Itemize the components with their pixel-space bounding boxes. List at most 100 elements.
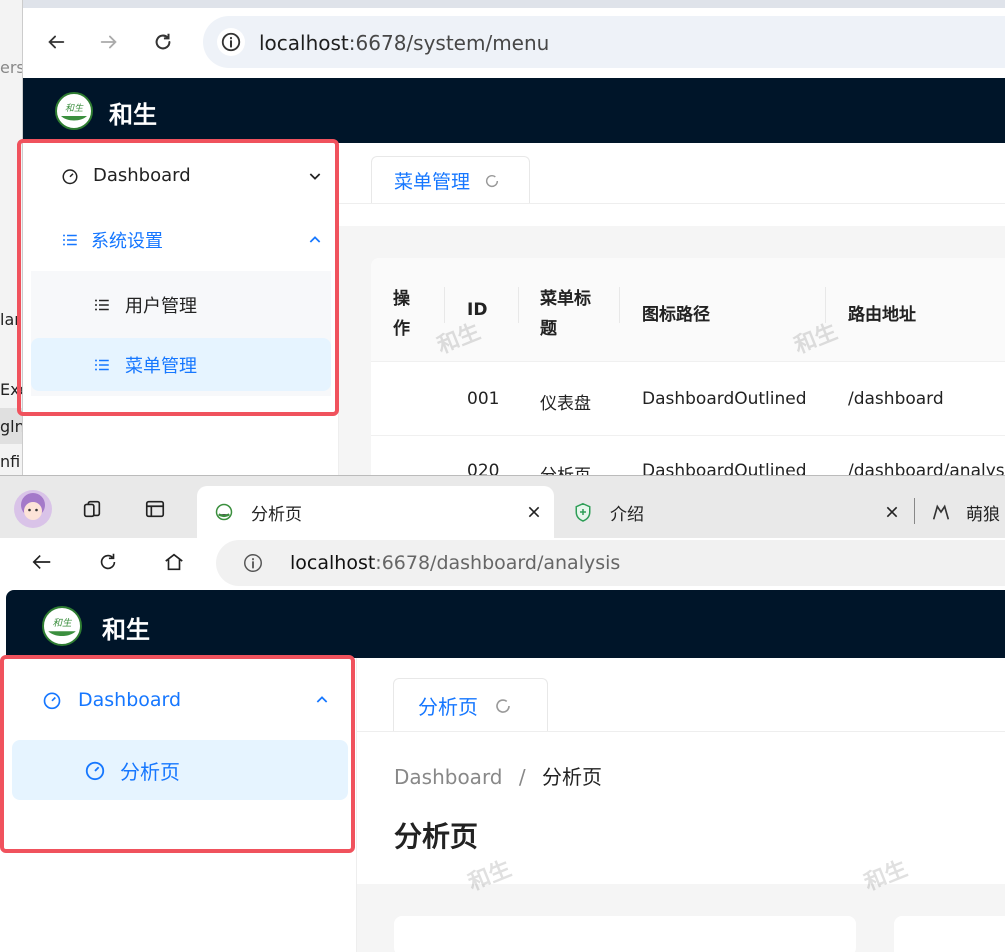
home-icon [165,553,183,571]
browser-tab-strip: 分析页 介绍 萌狼 [0,476,1005,538]
menu-label: 菜单管理 [125,355,197,377]
column-header: 菜单标 题 [540,289,591,339]
browser-tab-intro[interactable]: 介绍 [554,486,914,538]
column-header: 路由地址 [848,305,916,325]
svg-text:和生: 和生 [52,618,73,629]
forward-button[interactable] [93,26,125,58]
bg-text-fragment: nfi [0,452,21,471]
list-icon [63,234,77,245]
url-text: localhost:6678/dashboard/analysis [290,552,621,574]
breadcrumb: Dashboard / 分析页 [394,765,602,789]
brand-name: 和生 [102,616,150,644]
browser-window-menu-page: localhost:6678/system/menu 和生 和生 Dashboa… [22,0,1005,475]
address-bar[interactable]: localhost:6678/system/menu [203,16,1005,68]
cell-title: 仪表盘 [540,394,591,414]
list-icon [95,299,109,310]
wolf-icon [932,504,950,520]
tab-label: 分析页 [418,695,478,719]
reload-icon [100,553,116,570]
svg-text:和生: 和生 [65,103,84,114]
url-text: localhost:6678/system/menu [259,31,550,55]
tab-title: 介绍 [610,504,644,525]
site-favicon [215,503,233,521]
collections-icon [83,500,101,518]
menu-label: Dashboard [78,689,182,711]
breadcrumb-root[interactable]: Dashboard [394,765,503,789]
breadcrumb-current: 分析页 [541,765,602,789]
table-row[interactable]: 020 分析页 DashboardOutlined /dashboard/ana… [371,437,1005,475]
tab-menu-management[interactable]: 菜单管理 [371,156,530,204]
menu-item-menu-management[interactable]: 菜单管理 [31,338,331,391]
menu-label: 系统设置 [91,230,163,252]
app-header: 和生 和生 [6,590,1005,658]
reload-button[interactable] [147,26,179,58]
browser-tab-third[interactable]: 萌狼 [916,486,1005,538]
stat-card [894,916,1005,952]
brand-name: 和生 [109,101,157,129]
brand-logo: 和生 [42,606,82,646]
arrow-left-icon [32,554,51,570]
browser-toolbar: localhost:6678/system/menu [23,8,1005,78]
dashboard-icon [43,692,61,710]
arrow-right-icon [100,35,117,49]
app-header: 和生 和生 [23,78,1005,143]
tab-actions-button[interactable] [139,493,171,525]
home-button[interactable] [158,546,190,578]
bg-text-fragment: lar [0,310,21,329]
back-button[interactable] [26,546,58,578]
back-button[interactable] [40,26,72,58]
cell-id: 001 [467,389,500,409]
dashboard-icon [62,168,78,184]
reload-button[interactable] [92,546,124,578]
reload-icon[interactable] [494,697,512,715]
sidebar: Dashboard 系统设置 用户管理 菜单管理 [23,143,339,475]
cell-title: 分析页 [540,461,591,475]
column-header: 操 作 [393,289,410,339]
stat-card [394,916,856,952]
menu-table-card: 操 作 ID 菜单标 题 图标路径 路由地址 001 仪表盘 Dashboard… [371,258,1005,475]
tab-label: 菜单管理 [394,171,471,193]
profile-avatar[interactable] [14,490,52,528]
chevron-up-icon [316,696,328,703]
workspaces-button[interactable] [76,493,108,525]
info-icon[interactable] [242,552,264,574]
arrow-left-icon [48,35,65,49]
cell-id: 020 [467,461,500,475]
background-window-strip: ers lar Exe gln nfi [0,0,29,475]
close-icon[interactable] [884,504,900,520]
site-info-icon[interactable] [217,28,245,56]
tab-title: 分析页 [251,504,302,525]
window-title-bar [23,0,1005,8]
avatar-icon [21,493,45,520]
address-bar[interactable]: localhost:6678/dashboard/analysis [216,540,1005,586]
sidebar: Dashboard 分析页 [6,658,357,952]
menu-item-dashboard[interactable]: Dashboard [31,153,331,198]
dashboard-icon [85,761,105,781]
chevron-up-icon [309,235,321,243]
cell-route: /dashboard [848,389,944,409]
reload-icon[interactable] [484,173,500,189]
menu-item-system-settings[interactable]: 系统设置 [31,217,331,262]
browser-window-analysis-page: 分析页 介绍 萌狼 localhost:6678/dashboard/analy… [0,475,1005,952]
page-title: 分析页 [394,820,479,853]
window-icon [145,500,165,518]
content-area: 菜单管理 操 作 ID 菜单标 题 图标路径 路由地址 001 仪表盘 Dash… [339,143,1005,475]
column-header: 图标路径 [642,305,710,325]
menu-label: 分析页 [120,759,180,784]
table-row[interactable]: 001 仪表盘 DashboardOutlined /dashboard [371,362,1005,436]
menu-label: Dashboard [93,165,191,186]
menu-item-user-management[interactable]: 用户管理 [31,282,331,327]
close-icon[interactable] [526,504,542,520]
tab-analysis[interactable]: 分析页 [393,678,548,732]
shield-icon [575,502,591,522]
cell-route: /dashboard/analysis [848,461,1005,475]
menu-item-analysis[interactable]: 分析页 [12,740,348,800]
menu-item-dashboard[interactable]: Dashboard [12,670,342,730]
brand-logo: 和生 [55,92,93,130]
tab-title: 萌狼 [966,504,1000,525]
cell-icon: DashboardOutlined [642,389,807,409]
list-icon [95,359,109,370]
content-area: 分析页 Dashboard / 分析页 分析页 和生 和生 [357,658,1005,952]
browser-tab-analysis[interactable]: 分析页 [197,486,554,538]
browser-toolbar: localhost:6678/dashboard/analysis [0,538,1005,590]
